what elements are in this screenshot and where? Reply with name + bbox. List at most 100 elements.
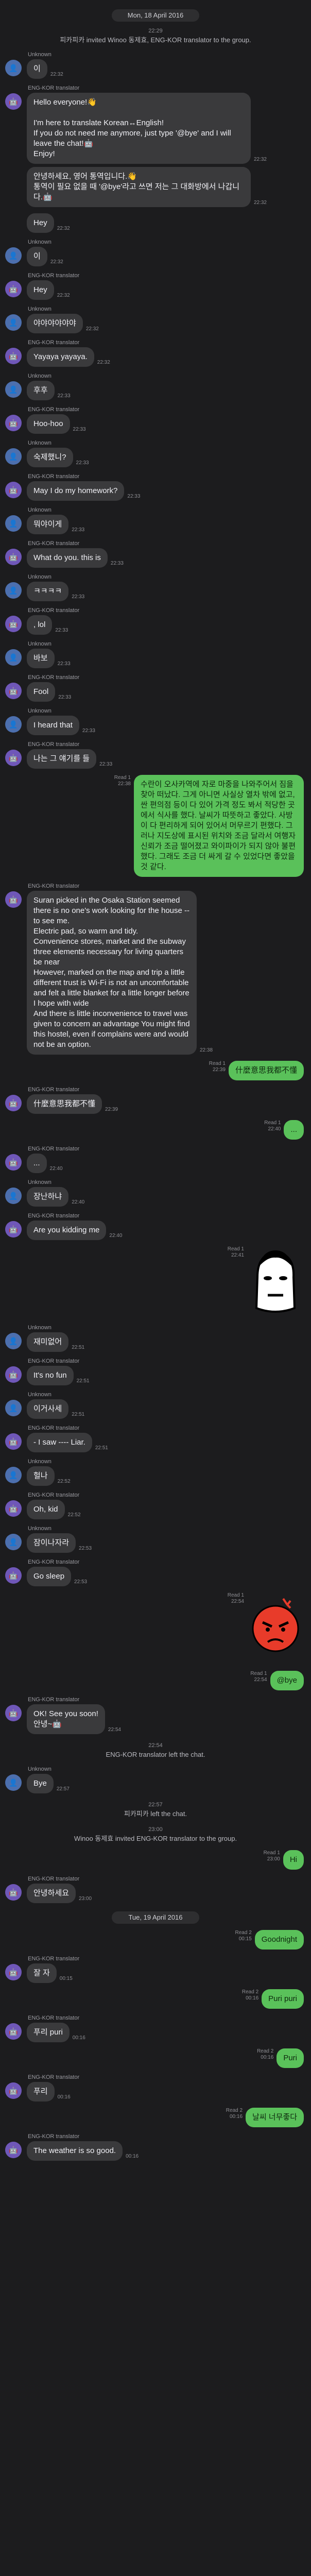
message-bubble[interactable]: 푸리 puri [27, 2023, 70, 2042]
user-icon[interactable]: 👤 [5, 1774, 22, 1791]
message-bubble[interactable]: 수란이 오사카역에 자로 마중을 나와주어서 짐을 찾아 떠났다. 그게 아니면… [134, 775, 304, 877]
system-text: Winoo 동제효 invited ENG-KOR translator to … [74, 1835, 237, 1842]
robot-icon[interactable]: 🤖 [5, 616, 22, 632]
message-bubble[interactable]: 날씨 너무좋다 [246, 2108, 304, 2127]
sender-name: ENG-KOR translator [28, 340, 80, 346]
message-bubble[interactable]: 이거사세 [27, 1399, 69, 1419]
message-bubble[interactable]: - I saw ---- Liar. [27, 1433, 92, 1452]
face-sticker-icon[interactable] [247, 1246, 304, 1318]
message-bubble[interactable]: Yayaya yayaya. [27, 347, 94, 367]
message-bubble[interactable]: 잘 자 [27, 1963, 57, 1983]
message-bubble[interactable]: The weather is so good. [27, 2141, 123, 2161]
message-bubble[interactable]: Hello everyone!👋 I'm here to translate K… [27, 93, 251, 164]
message-bubble[interactable]: ... [27, 1154, 47, 1173]
message-bubble[interactable]: 이 [27, 247, 47, 266]
robot-icon[interactable]: 🤖 [5, 1884, 22, 1901]
message-bubble[interactable]: It's no fun [27, 1366, 74, 1385]
user-icon[interactable]: 👤 [5, 716, 22, 733]
angry-face-sticker-icon[interactable] [247, 1592, 304, 1665]
message-bubble[interactable]: Hi [283, 1850, 304, 1870]
message-bubble[interactable]: Go sleep [27, 1567, 72, 1586]
user-icon[interactable]: 👤 [5, 1333, 22, 1349]
message-bubble[interactable]: 이 [27, 59, 47, 79]
chat-history[interactable]: Mon, 18 April 2016 22:29 피카피카 invited Wi… [0, 0, 311, 2184]
user-icon[interactable]: 👤 [5, 247, 22, 264]
message-bubble[interactable]: What do you. this is [27, 548, 108, 568]
message-bubble[interactable]: @bye [270, 1671, 304, 1690]
message-bubble[interactable]: 재미없어 [27, 1332, 69, 1352]
message-row: 👤 Unknown 재미없어 22:51 [0, 1325, 311, 1352]
user-icon[interactable]: 👤 [5, 60, 22, 76]
robot-icon[interactable]: 🤖 [5, 1095, 22, 1111]
message-bubble[interactable]: 야야야야야야 [27, 314, 83, 333]
message-bubble[interactable]: Fool [27, 682, 56, 702]
message-bubble[interactable]: Bye [27, 1774, 54, 1793]
message-bubble[interactable]: ... [284, 1120, 304, 1140]
message-bubble[interactable]: May I do my homework? [27, 481, 125, 501]
robot-icon[interactable]: 🤖 [5, 1964, 22, 1980]
robot-icon[interactable]: 🤖 [5, 1433, 22, 1450]
robot-icon[interactable]: 🤖 [5, 891, 22, 908]
message-bubble[interactable]: 什麼意思我都不懂 [228, 1061, 304, 1080]
robot-icon[interactable]: 🤖 [5, 750, 22, 766]
message-bubble[interactable]: Hey [27, 213, 54, 233]
robot-icon[interactable]: 🤖 [5, 415, 22, 431]
robot-icon[interactable]: 🤖 [5, 549, 22, 565]
user-icon[interactable]: 👤 [5, 1400, 22, 1416]
message-bubble[interactable]: 후후 [27, 381, 55, 400]
message-time: 22:39 [105, 1107, 118, 1112]
robot-icon[interactable]: 🤖 [5, 1705, 22, 1721]
message-bubble[interactable]: I heard that [27, 716, 79, 735]
message-row: 🤖 ENG-KOR translator May I do my homewor… [0, 473, 311, 501]
robot-icon[interactable]: 🤖 [5, 1500, 22, 1517]
message-time: 22:33 [73, 427, 86, 432]
sender-name: Unknown [28, 1179, 51, 1185]
message-bubble[interactable]: 숙제했니? [27, 448, 73, 467]
robot-icon[interactable]: 🤖 [5, 1567, 22, 1584]
message-bubble[interactable]: 안녕하세요, 영어 통역입니다.👋 통역이 필요 없을 때 '@bye'라고 쓰… [27, 167, 251, 207]
message-bubble[interactable]: 헐나 [27, 1466, 55, 1486]
user-icon[interactable]: 👤 [5, 582, 22, 599]
user-icon[interactable]: 👤 [5, 649, 22, 666]
message-bubble[interactable]: 푸리 [27, 2082, 55, 2102]
robot-icon[interactable]: 🤖 [5, 93, 22, 110]
message-bubble[interactable]: Hey [27, 280, 54, 300]
message-bubble[interactable]: Suran picked in the Osaka Station seemed… [27, 891, 197, 1055]
message-bubble[interactable]: , lol [27, 615, 53, 635]
message-bubble[interactable]: Puri puri [262, 1989, 304, 2009]
message-bubble[interactable]: Puri [277, 2048, 304, 2068]
robot-icon[interactable]: 🤖 [5, 348, 22, 364]
message-bubble[interactable]: 바보 [27, 649, 55, 668]
robot-icon[interactable]: 🤖 [5, 2142, 22, 2158]
user-icon[interactable]: 👤 [5, 515, 22, 532]
user-icon[interactable]: 👤 [5, 1534, 22, 1550]
message-bubble[interactable]: ㅋㅋㅋㅋ [27, 582, 69, 601]
robot-icon[interactable]: 🤖 [5, 1221, 22, 1238]
message-bubble[interactable]: 안녕하세요 [27, 1884, 76, 1903]
message-bubble[interactable]: 장난하냐 [27, 1187, 69, 1207]
message-bubble[interactable]: Hoo-hoo [27, 414, 70, 434]
message-bubble[interactable]: 뭐야이게 [27, 515, 69, 534]
message-bubble[interactable]: 잠이나자라 [27, 1533, 76, 1553]
robot-icon[interactable]: 🤖 [5, 482, 22, 498]
robot-icon[interactable]: 🤖 [5, 1154, 22, 1171]
robot-icon[interactable]: 🤖 [5, 281, 22, 297]
message-bubble[interactable]: Are you kidding me [27, 1221, 107, 1240]
user-icon[interactable]: 👤 [5, 448, 22, 465]
message-bubble[interactable]: OK! See you soon! 안녕~🤖 [27, 1704, 105, 1734]
sender-name: Unknown [28, 1392, 51, 1398]
message-bubble[interactable]: Oh, kid [27, 1500, 65, 1519]
message-row: 👤 Unknown ㅋㅋㅋㅋ 22:33 [0, 574, 311, 601]
message-time: 22:33 [72, 527, 85, 533]
user-icon[interactable]: 👤 [5, 381, 22, 398]
user-icon[interactable]: 👤 [5, 1467, 22, 1483]
robot-icon[interactable]: 🤖 [5, 1366, 22, 1383]
robot-icon[interactable]: 🤖 [5, 683, 22, 699]
robot-icon[interactable]: 🤖 [5, 2023, 22, 2040]
robot-icon[interactable]: 🤖 [5, 2082, 22, 2099]
message-bubble[interactable]: 什麼意思我都不懂 [27, 1094, 102, 1114]
message-bubble[interactable]: 나는 그 얘기를 들 [27, 749, 97, 769]
user-icon[interactable]: 👤 [5, 1188, 22, 1204]
user-icon[interactable]: 👤 [5, 314, 22, 331]
message-bubble[interactable]: Goodnight [254, 1930, 304, 1950]
